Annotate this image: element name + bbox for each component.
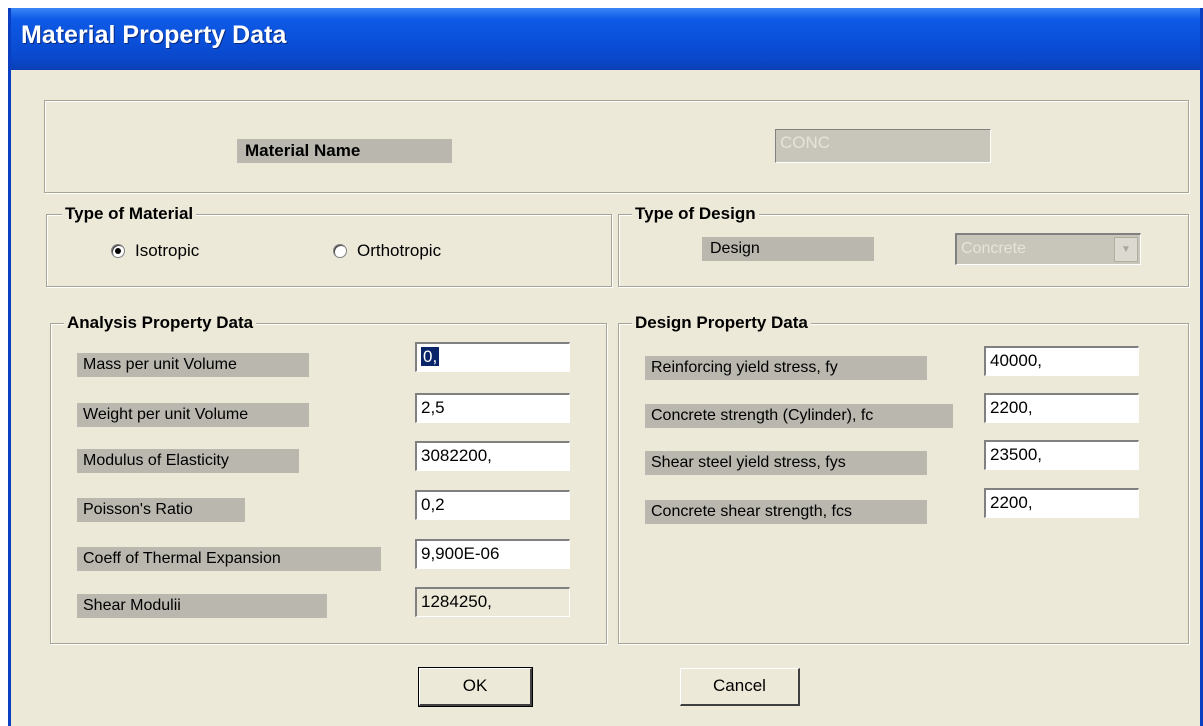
- cancel-button[interactable]: Cancel: [680, 668, 800, 706]
- reinforcing-yield-stress-input[interactable]: 40000,: [984, 346, 1139, 376]
- design-property-legend: Design Property Data: [632, 313, 811, 333]
- analysis-property-legend: Analysis Property Data: [64, 313, 257, 333]
- dialog-title: Material Property Data: [21, 21, 287, 49]
- analysis-label-modulus: Modulus of Elasticity: [77, 449, 299, 473]
- design-label-fcs: Concrete shear strength, fcs: [645, 500, 927, 524]
- radio-isotropic[interactable]: Isotropic: [111, 241, 199, 261]
- ok-button[interactable]: OK: [418, 667, 533, 707]
- design-label-fy: Reinforcing yield stress, fy: [645, 356, 927, 380]
- type-of-material-legend: Type of Material: [62, 204, 197, 224]
- material-property-dialog: Material Property Data Material Name CON…: [8, 8, 1203, 726]
- material-name-panel: [44, 100, 1189, 193]
- radio-isotropic-label: Isotropic: [135, 241, 200, 260]
- analysis-label-mass: Mass per unit Volume: [77, 353, 309, 377]
- modulus-of-elasticity-input[interactable]: 3082200,: [415, 441, 570, 471]
- radio-isotropic-indicator: [111, 244, 125, 258]
- analysis-label-shear-modulii: Shear Modulii: [77, 594, 327, 618]
- title-bar[interactable]: Material Property Data: [11, 8, 1200, 70]
- design-select-value: Concrete: [961, 240, 1026, 257]
- concrete-shear-strength-input[interactable]: 2200,: [984, 488, 1139, 518]
- material-name-field: CONC: [775, 129, 991, 163]
- design-select: Concrete ▼: [955, 233, 1141, 265]
- design-label: Design: [702, 237, 874, 261]
- design-label-fys: Shear steel yield stress, fys: [645, 451, 927, 475]
- poissons-ratio-input[interactable]: 0,2: [415, 490, 570, 520]
- mass-per-unit-volume-value: 0,: [421, 347, 440, 366]
- thermal-expansion-input[interactable]: 9,900E-06: [415, 539, 570, 569]
- concrete-strength-input[interactable]: 2200,: [984, 393, 1139, 423]
- material-name-value: CONC: [780, 133, 831, 152]
- weight-per-unit-volume-input[interactable]: 2,5: [415, 393, 570, 423]
- analysis-label-poisson: Poisson's Ratio: [77, 498, 245, 522]
- shear-modulii-field: 1284250,: [415, 587, 570, 617]
- radio-orthotropic-label: Orthotropic: [357, 241, 442, 260]
- material-name-label: Material Name: [237, 139, 452, 163]
- analysis-label-thermal: Coeff of Thermal Expansion: [77, 547, 381, 571]
- chevron-down-icon: ▼: [1114, 237, 1138, 262]
- analysis-label-weight: Weight per unit Volume: [77, 403, 309, 427]
- type-of-design-legend: Type of Design: [632, 204, 759, 224]
- shear-steel-yield-input[interactable]: 23500,: [984, 440, 1139, 470]
- radio-orthotropic[interactable]: Orthotropic: [333, 241, 441, 261]
- mass-per-unit-volume-input[interactable]: 0,: [415, 342, 570, 372]
- design-label-fc: Concrete strength (Cylinder), fc: [645, 404, 953, 428]
- radio-orthotropic-indicator: [333, 244, 347, 258]
